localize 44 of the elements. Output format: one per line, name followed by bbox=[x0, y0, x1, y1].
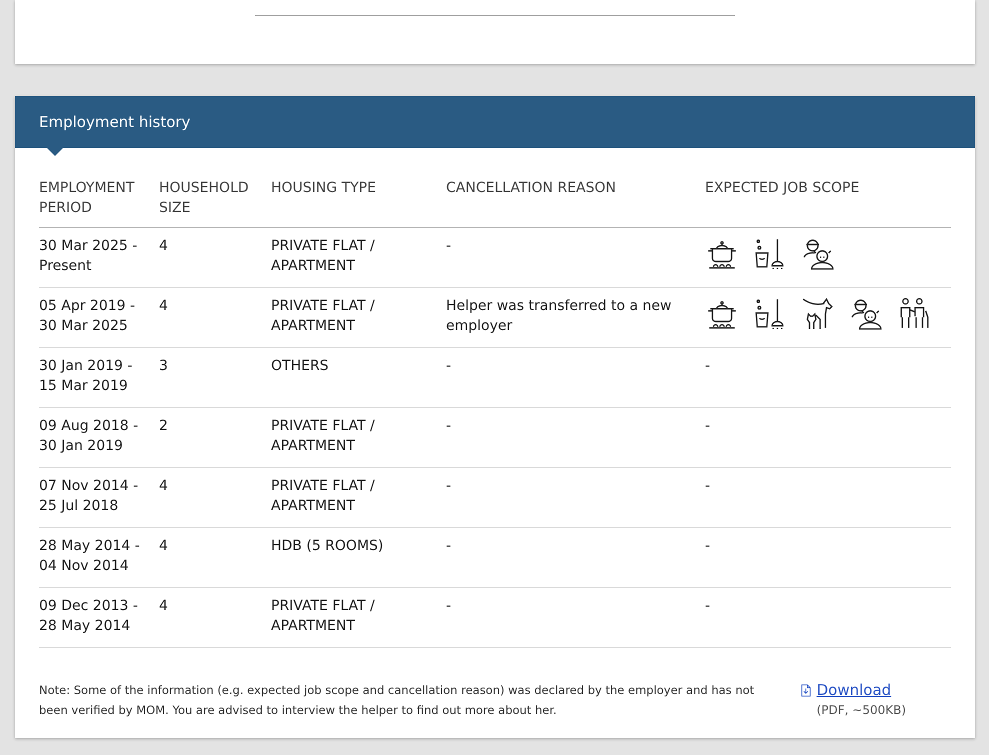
table-cell: 09 Dec 2013 - 28 May 2014 bbox=[39, 598, 138, 634]
table-cell: 30 Mar 2025 - Present bbox=[39, 238, 138, 274]
column-header: CANCELLATION REASON bbox=[446, 180, 616, 196]
table-cell: - bbox=[705, 478, 710, 494]
table-cell: 05 Apr 2019 - 30 Mar 2025 bbox=[39, 298, 136, 334]
column-header: HOUSEHOLD SIZE bbox=[159, 180, 249, 216]
table-cell: 4 bbox=[159, 598, 168, 614]
table-cell: 28 May 2014 - 04 Nov 2014 bbox=[39, 538, 140, 574]
table-cell: - bbox=[705, 538, 710, 554]
table-cell: - bbox=[446, 598, 452, 614]
table-cell: 4 bbox=[159, 238, 168, 254]
table-cell: HDB (5 ROOMS) bbox=[271, 538, 384, 554]
table-cell: - bbox=[446, 478, 452, 494]
table-cell: - bbox=[446, 418, 452, 434]
column-header: EXPECTED JOB SCOPE bbox=[705, 180, 860, 196]
table-cell: 4 bbox=[159, 478, 168, 494]
column-header: EMPLOYMENT PERIOD bbox=[39, 180, 134, 216]
file-info: (PDF, ~500KB) bbox=[816, 702, 906, 719]
table-cell: 30 Jan 2019 - 15 Mar 2019 bbox=[39, 358, 132, 394]
table-cell: - bbox=[705, 418, 710, 434]
table-cell: PRIVATE FLAT / APARTMENT bbox=[271, 238, 375, 274]
column-header: HOUSING TYPE bbox=[271, 180, 376, 196]
table-cell: Helper was transferred to a new employer bbox=[446, 298, 672, 334]
table-cell: - bbox=[446, 238, 452, 254]
disclaimer-note: Note: Some of the information (e.g. expected job scope and cancellation reason) was declared by the employer and has not been verified by MOM. You are advised to interview the helper to find out more about her. bbox=[39, 682, 756, 719]
table-cell: PRIVATE FLAT / APARTMENT bbox=[271, 418, 375, 454]
file-download-icon bbox=[801, 683, 811, 698]
table-cell: OTHERS bbox=[271, 358, 329, 374]
table-cell: - bbox=[705, 598, 710, 614]
table-cell: PRIVATE FLAT / APARTMENT bbox=[271, 298, 375, 334]
table-cell: - bbox=[446, 538, 452, 554]
table-cell: 4 bbox=[159, 538, 168, 554]
table-cell: 3 bbox=[159, 358, 168, 374]
table-cell: PRIVATE FLAT / APARTMENT bbox=[271, 478, 375, 514]
dog-cat-icon bbox=[801, 296, 835, 330]
panel-title: Employment history bbox=[39, 113, 190, 131]
table-cell: 09 Aug 2018 - 30 Jan 2019 bbox=[39, 418, 138, 454]
table-cell: PRIVATE FLAT / APARTMENT bbox=[271, 598, 375, 634]
table-cell: 07 Nov 2014 - 25 Jul 2018 bbox=[39, 478, 138, 514]
table-cell: 4 bbox=[159, 298, 168, 314]
download-link[interactable]: Download bbox=[816, 680, 892, 700]
table-cell: 2 bbox=[159, 418, 168, 434]
table-cell: - bbox=[705, 358, 710, 374]
table-cell: - bbox=[446, 358, 452, 374]
